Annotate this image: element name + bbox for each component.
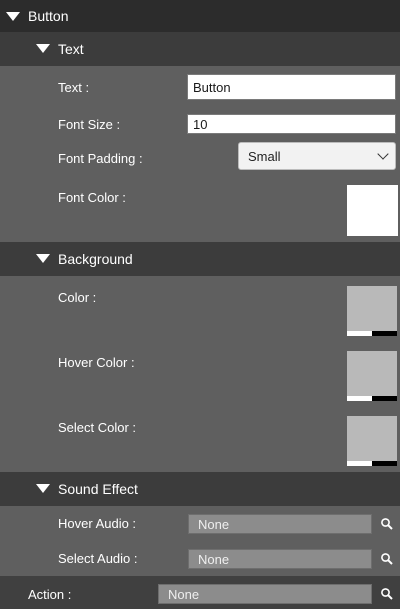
action-label: Action : bbox=[28, 587, 72, 602]
collapse-triangle-icon[interactable] bbox=[36, 484, 50, 493]
action-field[interactable]: None bbox=[158, 584, 372, 604]
text-label: Text : bbox=[58, 80, 90, 95]
text-section-title: Text bbox=[58, 41, 84, 57]
action-row: Action : None bbox=[0, 576, 400, 609]
hover-audio-value: None bbox=[198, 516, 230, 532]
select-color-swatch[interactable] bbox=[347, 416, 397, 466]
action-value: None bbox=[168, 586, 200, 602]
hover-color-swatch[interactable] bbox=[347, 351, 397, 401]
swatch-alpha-white bbox=[347, 461, 372, 466]
background-section-header[interactable]: Background bbox=[0, 242, 400, 276]
swatch-alpha-black bbox=[372, 396, 397, 401]
text-input[interactable]: Button bbox=[187, 74, 396, 100]
text-input-value: Button bbox=[193, 79, 231, 95]
collapse-triangle-icon[interactable] bbox=[36, 44, 50, 53]
swatch-alpha-white bbox=[347, 331, 372, 336]
collapse-triangle-icon[interactable] bbox=[6, 12, 20, 21]
select-audio-label: Select Audio : bbox=[58, 551, 138, 566]
select-color-label: Select Color : bbox=[58, 420, 137, 435]
button-section-header[interactable]: Button bbox=[0, 0, 400, 32]
swatch-alpha-black bbox=[372, 461, 397, 466]
swatch-alpha-white bbox=[347, 396, 372, 401]
hover-audio-field[interactable]: None bbox=[188, 514, 372, 534]
text-section-header[interactable]: Text bbox=[0, 32, 400, 66]
select-audio-value: None bbox=[198, 551, 230, 567]
font-padding-select[interactable]: Small bbox=[238, 142, 396, 170]
font-size-input[interactable]: 10 bbox=[187, 114, 396, 134]
font-size-value: 10 bbox=[193, 116, 208, 132]
color-label: Color : bbox=[58, 290, 97, 305]
hover-audio-label: Hover Audio : bbox=[58, 516, 137, 531]
select-audio-field[interactable]: None bbox=[188, 549, 372, 569]
sound-effect-section-header[interactable]: Sound Effect bbox=[0, 472, 400, 506]
button-section-title: Button bbox=[28, 8, 69, 24]
font-color-label: Font Color : bbox=[58, 190, 126, 205]
background-section-title: Background bbox=[58, 251, 133, 267]
color-swatch[interactable] bbox=[347, 286, 397, 336]
magnifier-icon[interactable] bbox=[380, 587, 394, 601]
sound-effect-section-title: Sound Effect bbox=[58, 481, 138, 497]
font-size-label: Font Size : bbox=[58, 117, 121, 132]
magnifier-icon[interactable] bbox=[380, 552, 394, 566]
font-color-swatch[interactable] bbox=[347, 185, 398, 236]
magnifier-icon[interactable] bbox=[380, 517, 394, 531]
font-padding-value: Small bbox=[248, 148, 281, 164]
chevron-down-icon bbox=[377, 148, 389, 160]
collapse-triangle-icon[interactable] bbox=[36, 254, 50, 263]
font-padding-label: Font Padding : bbox=[58, 151, 143, 166]
swatch-alpha-black bbox=[372, 331, 397, 336]
hover-color-label: Hover Color : bbox=[58, 355, 135, 370]
